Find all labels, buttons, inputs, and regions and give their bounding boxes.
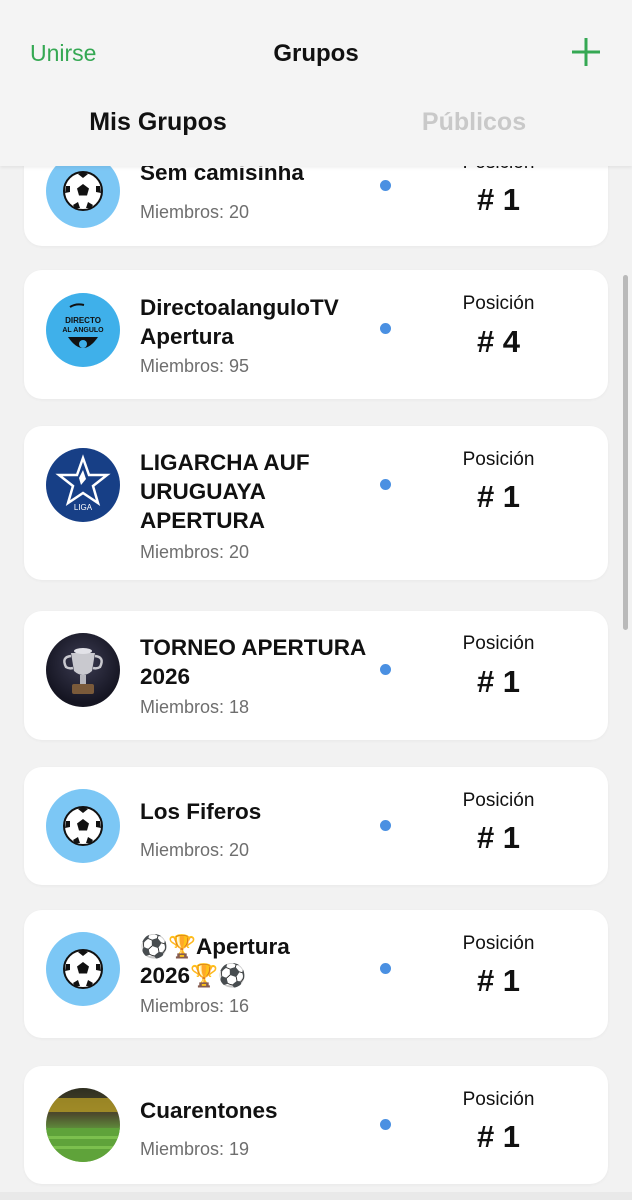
stadium-avatar bbox=[46, 1088, 120, 1162]
group-members: Miembros: 95 bbox=[140, 356, 250, 376]
position-value: # 1 bbox=[476, 664, 521, 699]
liga-auf-avatar: LIGA bbox=[46, 448, 120, 522]
unread-dot bbox=[380, 664, 391, 675]
position-label: Posición bbox=[462, 293, 535, 314]
svg-text:AL ANGULO: AL ANGULO bbox=[62, 327, 104, 334]
unread-dot bbox=[380, 963, 391, 974]
liga-star-logo-icon: LIGA bbox=[55, 454, 111, 512]
group-card[interactable]: TORNEO APERTURA 2026 Miembros: 18 Posici… bbox=[24, 611, 608, 740]
group-card[interactable]: Los Fiferos Miembros: 20 Posición # 1 bbox=[24, 767, 608, 885]
soccer-ball-icon bbox=[63, 171, 103, 211]
unread-dot bbox=[380, 1119, 391, 1130]
group-members: Miembros: 19 bbox=[140, 1139, 250, 1159]
group-name: ⚽🏆Apertura 2026🏆⚽ bbox=[140, 934, 290, 988]
group-name: Los Fiferos bbox=[140, 799, 262, 824]
group-card[interactable]: Cuarentones Miembros: 19 Posición # 1 bbox=[24, 1066, 608, 1184]
unread-dot bbox=[380, 479, 391, 490]
stadium-photo-icon bbox=[46, 1098, 120, 1162]
group-members: Miembros: 20 bbox=[140, 202, 250, 222]
group-members: Miembros: 20 bbox=[140, 542, 250, 562]
group-name: Cuarentones bbox=[140, 1098, 278, 1123]
position-value: # 1 bbox=[476, 963, 521, 998]
tab-mis-grupos[interactable]: Mis Grupos bbox=[0, 108, 316, 137]
position-label: Posición bbox=[462, 790, 535, 811]
group-name: DirectoalanguloTV Apertura bbox=[140, 295, 339, 349]
scrollbar[interactable] bbox=[623, 275, 628, 630]
top-navigation: Unirse Grupos Mis Grupos Públicos bbox=[0, 0, 632, 166]
soccer-ball-icon bbox=[63, 949, 103, 989]
position-value: # 4 bbox=[476, 324, 521, 359]
page-title: Grupos bbox=[273, 40, 359, 67]
trophy-avatar bbox=[46, 633, 120, 707]
position-label: Posición bbox=[462, 633, 535, 654]
bottom-edge bbox=[0, 1192, 632, 1200]
position-value: # 1 bbox=[476, 479, 521, 514]
group-members: Miembros: 20 bbox=[140, 840, 250, 860]
group-card[interactable]: ⚽🏆Apertura 2026🏆⚽ Miembros: 16 Posición … bbox=[24, 910, 608, 1038]
group-card[interactable]: DIRECTO AL ANGULO DirectoalanguloTV Aper… bbox=[24, 270, 608, 399]
segmented-tabs: Mis Grupos Públicos bbox=[0, 108, 632, 148]
position-label: Posición bbox=[462, 449, 535, 470]
group-members: Miembros: 18 bbox=[140, 697, 250, 717]
groups-list[interactable]: Sem camisinha Miembros: 20 Posición # 1 … bbox=[0, 0, 632, 1200]
position-value: # 1 bbox=[476, 820, 521, 855]
position-value: # 1 bbox=[476, 1119, 521, 1154]
group-card[interactable]: LIGA LIGARCHA AUF URUGUAYA APERTURA Miem… bbox=[24, 426, 608, 580]
trophy-icon bbox=[63, 648, 103, 694]
group-name: LIGARCHA AUF URUGUAYA APERTURA bbox=[140, 450, 310, 533]
directo-al-angulo-logo-icon: DIRECTO AL ANGULO bbox=[62, 303, 104, 348]
position-value: # 1 bbox=[476, 182, 521, 217]
plus-icon bbox=[572, 38, 600, 66]
directo-al-angulo-avatar: DIRECTO AL ANGULO bbox=[46, 293, 120, 367]
groups-screen: Sem camisinha Miembros: 20 Posición # 1 … bbox=[0, 0, 632, 1200]
position-label: Posición bbox=[462, 1089, 535, 1110]
unread-dot bbox=[380, 180, 391, 191]
group-members: Miembros: 16 bbox=[140, 996, 250, 1016]
unread-dot bbox=[380, 323, 391, 334]
tab-publicos[interactable]: Públicos bbox=[316, 108, 632, 137]
unread-dot bbox=[380, 820, 391, 831]
soccer-ball-avatar bbox=[46, 932, 120, 1006]
svg-text:LIGA: LIGA bbox=[74, 503, 93, 512]
soccer-ball-avatar bbox=[46, 789, 120, 863]
position-label: Posición bbox=[462, 933, 535, 954]
group-name: TORNEO APERTURA 2026 bbox=[140, 635, 366, 689]
svg-text:DIRECTO: DIRECTO bbox=[65, 316, 101, 325]
soccer-ball-icon bbox=[63, 806, 103, 846]
add-group-button[interactable] bbox=[570, 36, 602, 68]
